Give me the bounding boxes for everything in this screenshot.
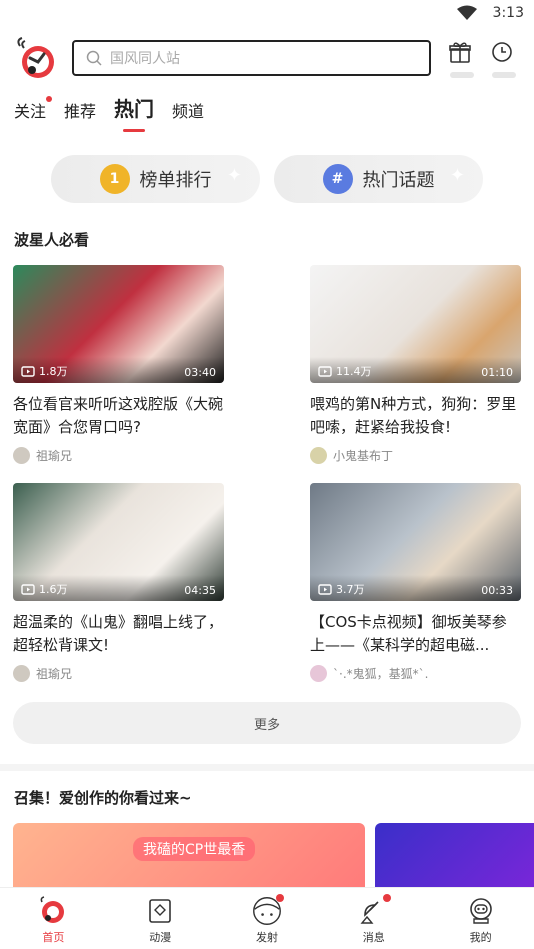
- more-button[interactable]: 更多: [13, 702, 521, 744]
- video-author[interactable]: `·.*鬼狐，基狐*`.: [310, 663, 521, 683]
- clock-icon: [492, 42, 512, 62]
- medal-icon: 1: [99, 164, 130, 194]
- astronaut-icon: [469, 898, 492, 924]
- banner-text: 我磕的CP世最香: [133, 837, 256, 861]
- nav-label: 消息: [362, 931, 385, 944]
- view-count: 1.6万: [39, 583, 68, 596]
- view-count: 1.8万: [39, 365, 68, 378]
- satellite-icon: [360, 901, 379, 924]
- bottom-nav: 首页 动漫 发射 消息 我的: [0, 887, 534, 949]
- avatar: [310, 446, 327, 464]
- video-duration: 03:40: [184, 366, 216, 379]
- video-card[interactable]: 11.4万 01:10 喂鸡的第N种方式，狗狗：罗里吧嗦，赶紧给我投食! 小鬼基布…: [310, 265, 521, 465]
- top-tabs: 关注 推荐 热门 频道: [14, 92, 204, 132]
- video-duration: 01:10: [481, 366, 513, 379]
- tab-hot[interactable]: 热门: [114, 93, 154, 132]
- nav-anime[interactable]: 动漫: [125, 896, 195, 945]
- video-title[interactable]: 喂鸡的第N种方式，狗狗：罗里吧嗦，赶紧给我投食!: [310, 393, 521, 439]
- video-author[interactable]: 祖瑜兄: [13, 663, 224, 683]
- video-thumbnail[interactable]: 11.4万 01:10: [310, 265, 521, 383]
- video-author[interactable]: 祖瑜兄: [13, 445, 224, 465]
- video-title[interactable]: 超温柔的《山鬼》翻唱上线了，超轻松背课文!: [13, 611, 224, 657]
- section-divider: [0, 764, 534, 771]
- author-name: `·.*鬼狐，基狐*`.: [333, 666, 429, 681]
- creator-banner-secondary[interactable]: [375, 823, 534, 893]
- video-card[interactable]: 3.7万 00:33 【COS卡点视频】御坂美琴参上——《某科学的超电磁... `…: [310, 483, 521, 683]
- wifi-icon: [456, 5, 477, 20]
- nav-home[interactable]: 首页: [18, 896, 88, 945]
- nav-label: 发射: [255, 931, 278, 944]
- nav-launch[interactable]: 发射: [232, 894, 302, 945]
- notification-dot: [275, 894, 284, 902]
- view-count: 11.4万: [336, 365, 372, 378]
- logo-icon: [17, 37, 54, 78]
- nav-label: 我的: [469, 931, 492, 944]
- play-count-icon: [318, 584, 332, 595]
- status-time: 3:13: [492, 5, 524, 21]
- play-count-icon: [21, 366, 35, 377]
- video-card[interactable]: 1.8万 03:40 各位看官来听听这戏腔版《大碗宽面》合您胃口吗? 祖瑜兄: [13, 265, 224, 465]
- nav-profile[interactable]: 我的: [446, 896, 516, 945]
- search-icon: [86, 50, 102, 66]
- section-title: 召集！爱创作的你看过来~: [14, 789, 192, 807]
- avatar: [13, 446, 30, 464]
- sparkle-icon: ✦: [226, 165, 242, 186]
- video-duration: 00:33: [481, 584, 513, 597]
- quick-entry-row: 1 榜单排行 ✦ # 热门话题 ✦: [51, 155, 483, 203]
- video-grid: 1.8万 03:40 各位看官来听听这戏腔版《大碗宽面》合您胃口吗? 祖瑜兄 11…: [13, 265, 521, 683]
- status-bar: 3:13: [0, 0, 534, 30]
- anime-book-icon: [149, 899, 171, 923]
- video-card[interactable]: 1.6万 04:35 超温柔的《山鬼》翻唱上线了，超轻松背课文! 祖瑜兄: [13, 483, 224, 683]
- author-name: 祖瑜兄: [36, 448, 73, 463]
- search-placeholder: 国风同人站: [110, 51, 180, 67]
- nav-label: 首页: [42, 931, 65, 944]
- avatar: [13, 664, 30, 682]
- nav-messages[interactable]: 消息: [339, 894, 409, 945]
- nav-label: 动漫: [149, 931, 172, 944]
- hot-topics-button[interactable]: # 热门话题 ✦: [274, 155, 483, 203]
- avatar: [310, 664, 327, 682]
- tab-recommend[interactable]: 推荐: [64, 98, 96, 132]
- notification-dot: [46, 96, 53, 102]
- author-name: 小鬼基布丁: [333, 448, 394, 463]
- play-count-icon: [21, 584, 35, 595]
- header: 国风同人站: [0, 36, 534, 80]
- tab-follow[interactable]: 关注: [14, 96, 53, 132]
- section-title: 波星人必看: [14, 231, 90, 249]
- hashtag-icon: #: [322, 164, 353, 194]
- video-author[interactable]: 小鬼基布丁: [310, 445, 521, 465]
- gift-icon: [449, 42, 471, 63]
- notification-dot: [382, 894, 391, 902]
- sparkle-icon: ✦: [449, 165, 465, 186]
- history-button[interactable]: [490, 40, 518, 78]
- ranking-label: 榜单排行: [139, 170, 212, 191]
- tab-channels[interactable]: 频道: [172, 98, 204, 132]
- video-thumbnail[interactable]: 1.8万 03:40: [13, 265, 224, 383]
- video-duration: 04:35: [184, 584, 216, 597]
- video-thumbnail[interactable]: 3.7万 00:33: [310, 483, 521, 601]
- gift-button[interactable]: [448, 40, 476, 78]
- video-title[interactable]: 各位看官来听听这戏腔版《大碗宽面》合您胃口吗?: [13, 393, 224, 439]
- view-count: 3.7万: [336, 583, 365, 596]
- video-thumbnail[interactable]: 1.6万 04:35: [13, 483, 224, 601]
- author-name: 祖瑜兄: [36, 666, 73, 681]
- home-rocket-icon: [40, 896, 65, 923]
- video-title[interactable]: 【COS卡点视频】御坂美琴参上——《某科学的超电磁...: [310, 611, 521, 657]
- play-count-icon: [318, 366, 332, 377]
- creator-banner[interactable]: 我磕的CP世最香: [13, 823, 365, 893]
- search-bar[interactable]: 国风同人站: [72, 40, 431, 76]
- app-logo[interactable]: [14, 36, 58, 80]
- ranking-button[interactable]: 1 榜单排行 ✦: [51, 155, 260, 203]
- hot-topics-label: 热门话题: [362, 170, 435, 191]
